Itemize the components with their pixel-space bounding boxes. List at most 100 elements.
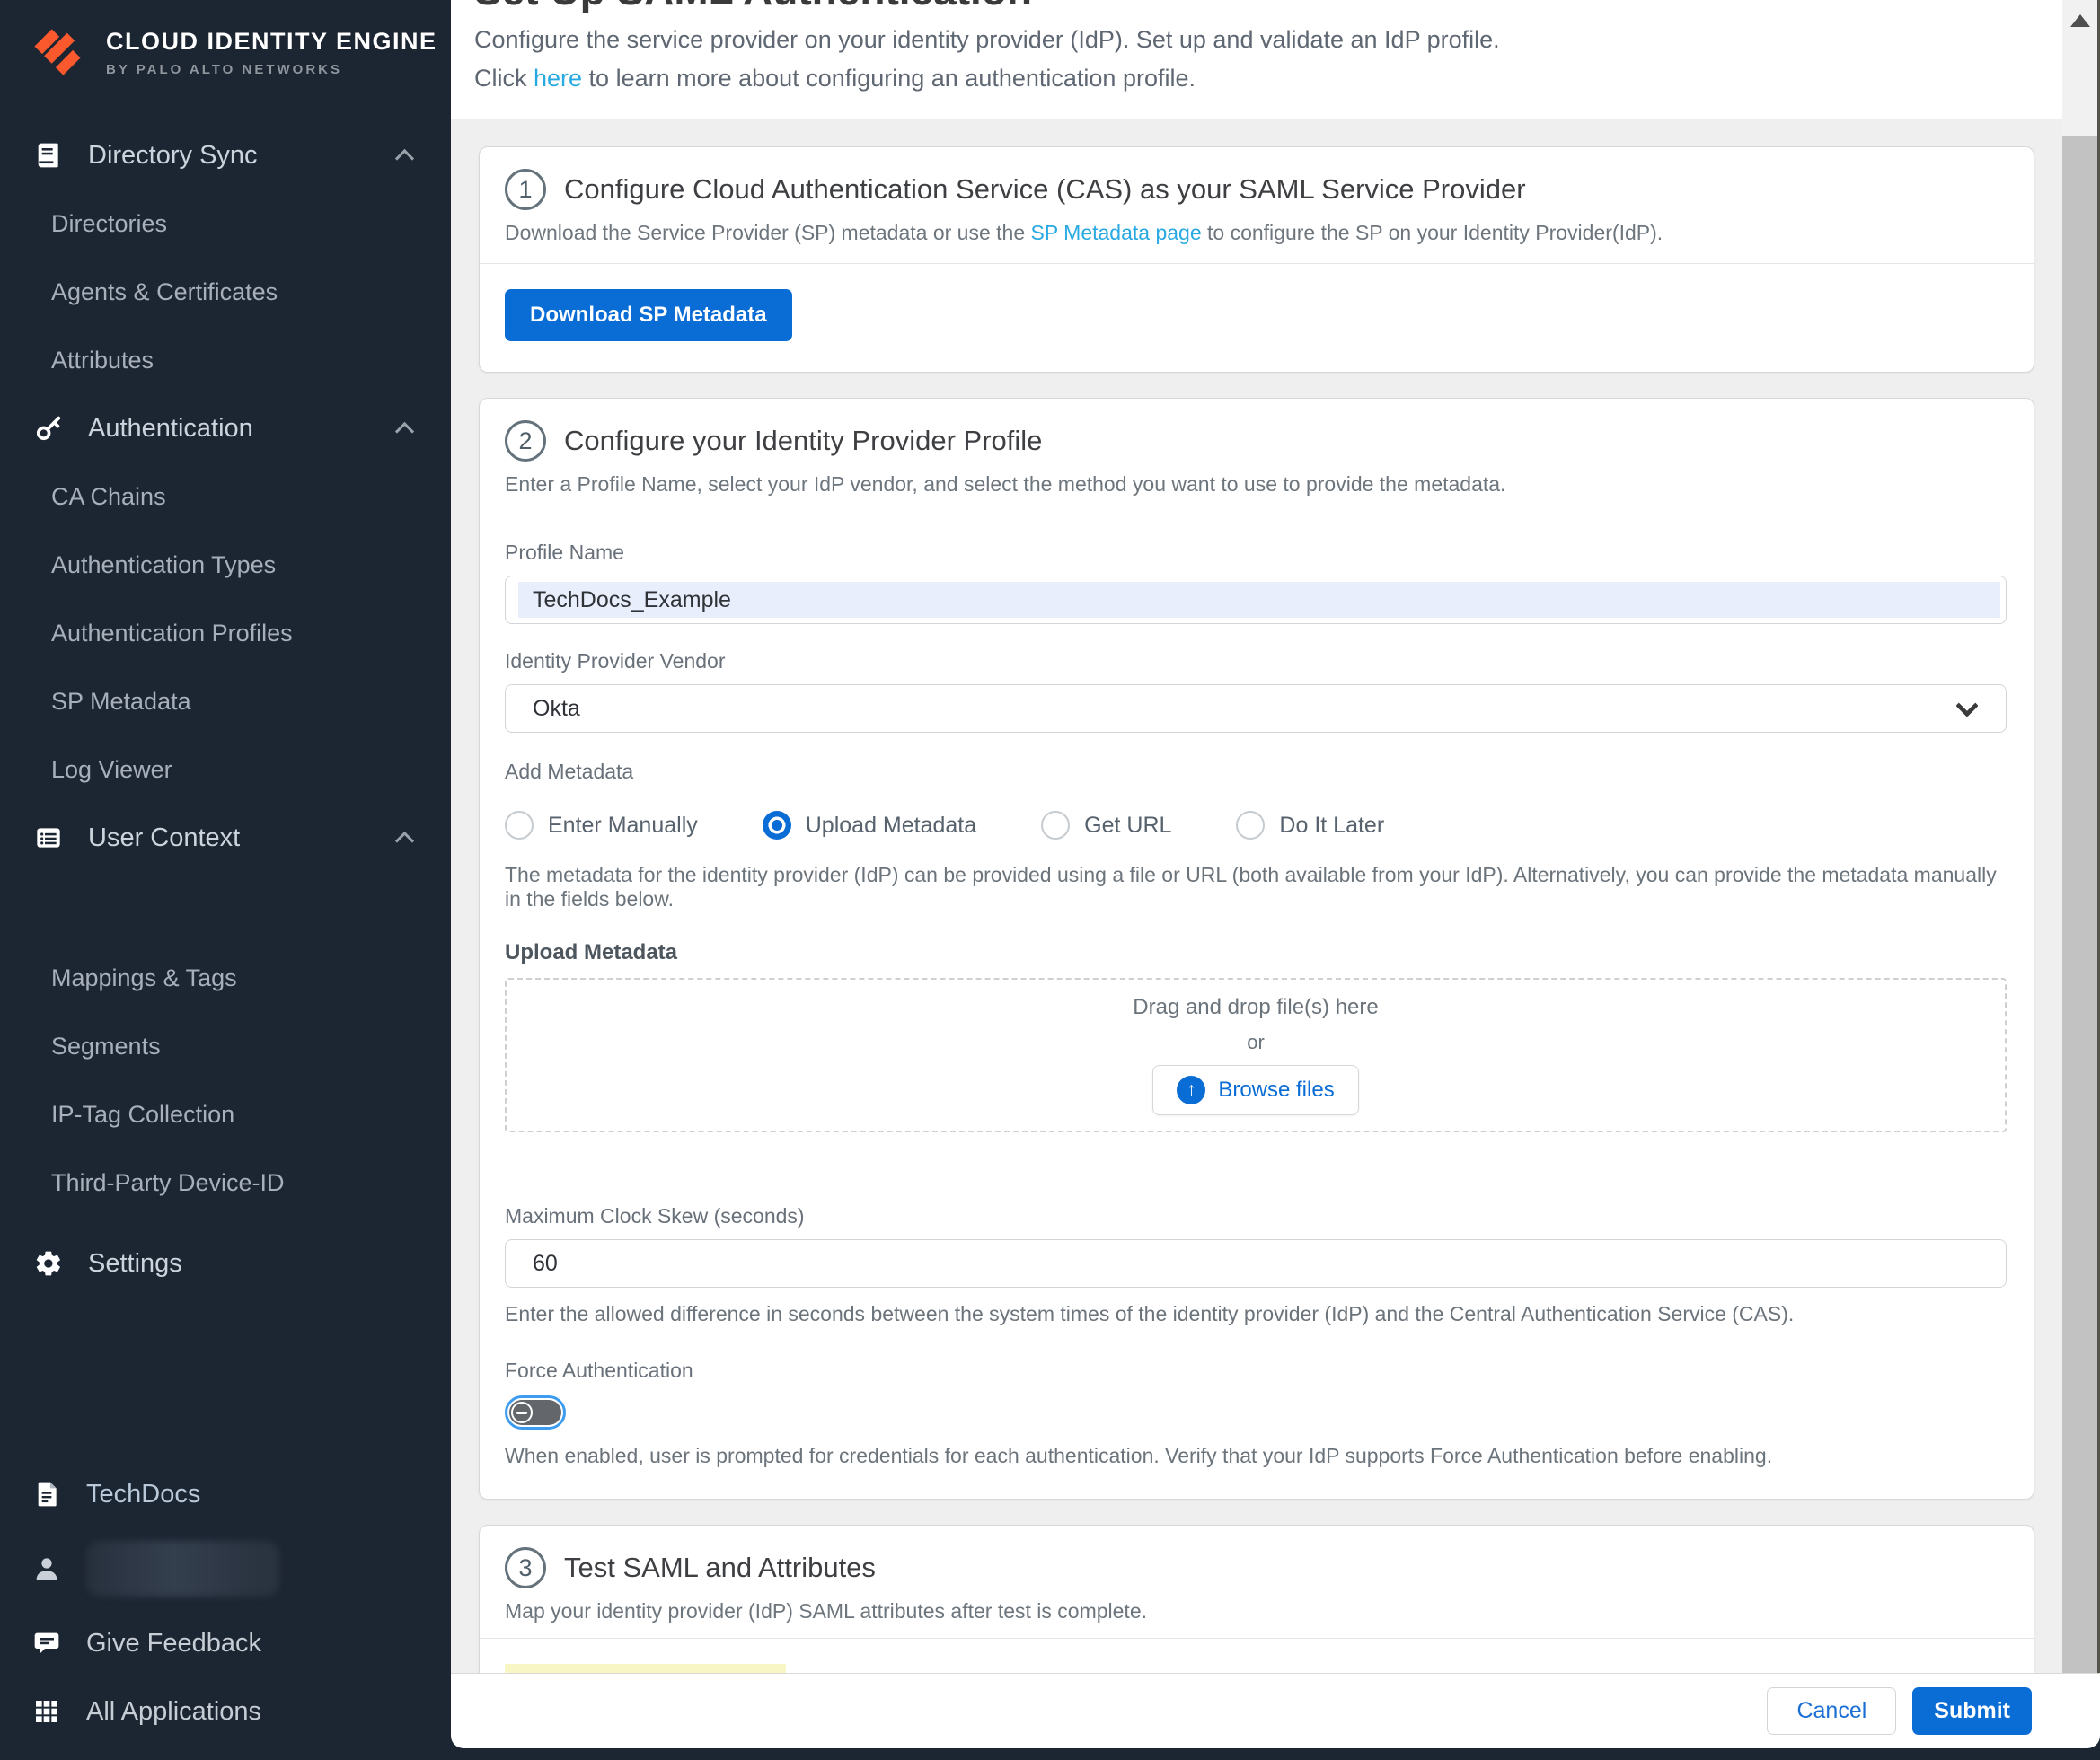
step2-description: Enter a Profile Name, select your IdP ve… [505,472,2007,497]
step2-head: 2 Configure your Identity Provider Profi… [480,399,2034,515]
here-link[interactable]: here [534,65,582,92]
sidebar-item-agents-certificates[interactable]: Agents & Certificates [0,258,451,326]
dropzone-or: or [1247,1031,1265,1054]
sidebar-item-mappings-tags[interactable]: Mappings & Tags [0,944,451,1012]
action-footer: Cancel Submit [451,1673,2100,1748]
radio-do-it-later[interactable]: Do It Later [1236,811,1384,840]
radio-get-url[interactable]: Get URL [1041,811,1171,840]
sidebar-item-sp-metadata[interactable]: SP Metadata [0,667,451,735]
chevron-up-icon[interactable] [395,421,414,440]
window-bottom-edge [0,1748,2100,1760]
user-icon [29,1554,65,1583]
step2-body: Profile Name TechDocs_Example Identity P… [480,515,2034,1499]
radio-icon [505,811,534,840]
step1-number-badge: 1 [505,169,546,210]
cloud-identity-engine-app: CLOUD IDENTITY ENGINE BY PALO ALTO NETWO… [0,0,2100,1760]
identity-provider-vendor-label: Identity Provider Vendor [505,649,2007,673]
step3-number-badge: 3 [505,1547,546,1588]
redacted-username [86,1541,279,1597]
identity-provider-vendor-select[interactable]: Okta [505,684,2007,733]
browse-files-button[interactable]: ↑ Browse files [1152,1065,1358,1115]
download-sp-metadata-button[interactable]: Download SP Metadata [505,289,792,341]
sidebar-section-label: Directory Sync [88,141,258,171]
sidebar-item-directories[interactable]: Directories [0,189,451,258]
sidebar-section-label: Authentication [88,414,253,444]
brand-text: CLOUD IDENTITY ENGINE BY PALO ALTO NETWO… [106,28,437,77]
page-description-line1: Configure the service provider on your i… [474,26,2062,54]
add-metadata-radio-group: Enter Manually Upload Metadata Get URL D… [505,811,2007,840]
sidebar-item-third-party-device-id[interactable]: Third-Party Device-ID [0,1148,451,1217]
radio-upload-metadata[interactable]: Upload Metadata [763,811,976,840]
radio-enter-manually[interactable]: Enter Manually [505,811,698,840]
list-icon [31,823,66,852]
vendor-selected-value: Okta [533,696,580,722]
sidebar-nav: Directory Sync Directories Agents & Cert… [0,121,451,1298]
page-header: Set Up SAML Authentication Configure the… [451,0,2062,119]
profile-name-label: Profile Name [505,541,2007,565]
submit-button[interactable]: Submit [1912,1687,2032,1735]
sidebar-item-log-viewer[interactable]: Log Viewer [0,735,451,804]
sidebar-section-authentication[interactable]: Authentication [0,394,451,462]
palo-alto-logo-icon [29,23,86,81]
sidebar-section-user-context[interactable]: User Context [0,804,451,872]
user-account[interactable] [0,1528,451,1609]
step2-title: Configure your Identity Provider Profile [564,425,1042,457]
minus-icon [516,1412,527,1414]
sidebar-section-directory-sync[interactable]: Directory Sync [0,121,451,189]
sidebar-item-ip-tag-collection[interactable]: IP-Tag Collection [0,1080,451,1148]
gear-icon [31,1249,66,1278]
step1-card: 1 Configure Cloud Authentication Service… [479,146,2034,373]
book-icon [31,141,66,170]
all-applications-button[interactable]: All Applications [0,1677,451,1746]
key-icon [31,414,66,443]
upload-dropzone[interactable]: Drag and drop file(s) here or ↑ Browse f… [505,978,2007,1132]
sidebar-item-authentication-profiles[interactable]: Authentication Profiles [0,599,451,667]
upload-arrow-icon: ↑ [1177,1076,1205,1104]
step1-body: Download SP Metadata [480,264,2034,372]
clock-skew-input[interactable]: 60 [505,1239,2007,1288]
toggle-track [509,1400,561,1425]
brand-title: CLOUD IDENTITY ENGINE [106,28,437,56]
document-icon [29,1480,65,1509]
sidebar-section-label: User Context [88,823,240,853]
brand: CLOUD IDENTITY ENGINE BY PALO ALTO NETWO… [0,0,451,81]
step2-number-badge: 2 [505,420,546,462]
clock-skew-label: Maximum Clock Skew (seconds) [505,1204,2007,1228]
step3-head: 3 Test SAML and Attributes Map your iden… [480,1526,2034,1638]
scrollbar-up-arrow-icon[interactable] [2070,14,2090,27]
step3-body: Test SAML Setup [480,1639,2034,1673]
vertical-scrollbar[interactable] [2062,0,2100,1673]
content-area: 1 Configure Cloud Authentication Service… [451,119,2062,1673]
sp-metadata-page-link[interactable]: SP Metadata page [1031,221,1202,244]
profile-name-value: TechDocs_Example [518,582,2000,618]
dropzone-text: Drag and drop file(s) here [1133,995,1378,1020]
sidebar-item-segments[interactable]: Segments [0,1012,451,1080]
chevron-up-icon[interactable] [395,148,414,167]
step1-description: Download the Service Provider (SP) metad… [505,221,2007,245]
step2-card: 2 Configure your Identity Provider Profi… [479,398,2034,1500]
force-authentication-toggle[interactable] [505,1395,566,1430]
chevron-up-icon[interactable] [395,831,414,849]
radio-icon [1041,811,1070,840]
sidebar-item-ca-chains[interactable]: CA Chains [0,462,451,531]
test-saml-highlight: Test SAML Setup [505,1664,786,1673]
sidebar-item-techdocs[interactable]: TechDocs [0,1460,451,1528]
sidebar-section-label: Settings [88,1249,182,1279]
cancel-button[interactable]: Cancel [1767,1687,1896,1735]
apps-grid-icon [29,1697,65,1726]
force-authentication-help: When enabled, user is prompted for crede… [505,1444,2007,1468]
step1-title: Configure Cloud Authentication Service (… [564,173,1526,206]
page-description-line2: Click here to learn more about configuri… [474,65,2062,92]
add-metadata-help: The metadata for the identity provider (… [505,863,2007,911]
profile-name-input[interactable]: TechDocs_Example [505,576,2007,624]
give-feedback-button[interactable]: Give Feedback [0,1609,451,1677]
add-metadata-label: Add Metadata [505,760,2007,784]
radio-selected-icon [763,811,791,840]
scrollbar-thumb[interactable] [2062,136,2097,1673]
sidebar-section-settings[interactable]: Settings [0,1229,451,1298]
radio-icon [1236,811,1265,840]
sidebar-item-authentication-types[interactable]: Authentication Types [0,531,451,599]
sidebar-item-attributes[interactable]: Attributes [0,326,451,394]
brand-subtitle: BY PALO ALTO NETWORKS [106,62,437,77]
step3-card: 3 Test SAML and Attributes Map your iden… [479,1525,2034,1673]
